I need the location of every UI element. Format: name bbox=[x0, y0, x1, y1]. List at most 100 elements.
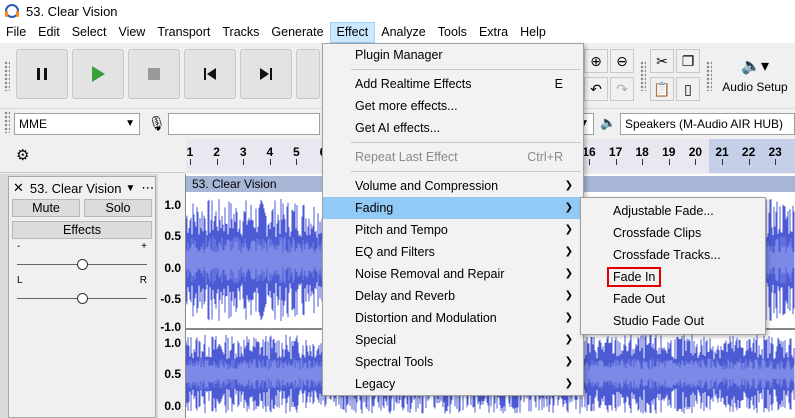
paste-button[interactable]: 📋 bbox=[650, 77, 674, 101]
menu-item-label: Fade Out bbox=[613, 292, 666, 306]
menu-item-label: Crossfade Tracks... bbox=[613, 248, 721, 262]
menu-generate[interactable]: Generate bbox=[265, 22, 329, 43]
chevron-right-icon: ❯ bbox=[564, 268, 573, 279]
pan-slider-knob[interactable] bbox=[77, 293, 88, 304]
fading-menu-item-fade-out[interactable]: Fade Out bbox=[581, 288, 765, 310]
ruler-tick-label: 17 bbox=[608, 145, 623, 159]
menu-separator bbox=[351, 171, 581, 172]
menu-item-label: Pitch and Tempo bbox=[355, 223, 448, 237]
menu-edit[interactable]: Edit bbox=[32, 22, 66, 43]
ruler-tick-label: 19 bbox=[662, 145, 676, 159]
skip-to-end-button[interactable] bbox=[240, 49, 292, 99]
toolbar-grip-3[interactable] bbox=[706, 61, 712, 91]
playback-device-select[interactable]: Speakers (M-Audio AIR HUB) bbox=[620, 113, 795, 135]
redo-button[interactable]: ↷ bbox=[610, 77, 634, 101]
undo-button[interactable]: ↶ bbox=[584, 77, 608, 101]
effect-menu-item-plugin-manager[interactable]: Plugin Manager bbox=[323, 44, 583, 66]
record-button[interactable] bbox=[296, 49, 320, 99]
effect-menu-item-special[interactable]: Special ❯ bbox=[323, 329, 583, 351]
effect-menu-item-noise-removal-and-repair[interactable]: Noise Removal and Repair ❯ bbox=[323, 263, 583, 285]
skip-to-start-button[interactable] bbox=[184, 49, 236, 99]
window-title: 53. Clear Vision bbox=[26, 3, 118, 19]
ruler-tick-label: 1 bbox=[186, 145, 194, 159]
scale-label: 1.0 bbox=[164, 198, 181, 212]
cut-button[interactable]: ✂ bbox=[650, 49, 674, 73]
copy-button[interactable]: ❐ bbox=[676, 49, 700, 73]
menu-select[interactable]: Select bbox=[66, 22, 113, 43]
effect-menu-item-get-ai-effects[interactable]: Get AI effects... bbox=[323, 117, 583, 139]
gain-slider-knob[interactable] bbox=[77, 259, 88, 270]
effect-menu-item-add-realtime-effects[interactable]: Add Realtime Effects E bbox=[323, 73, 583, 95]
effect-menu-item-legacy[interactable]: Legacy ❯ bbox=[323, 373, 583, 395]
vertical-scale[interactable]: 1.0 0.5 0.0 -0.5 -1.0 1.0 0.5 0.0 bbox=[158, 174, 186, 418]
audio-host-select[interactable]: MME ▼ bbox=[14, 113, 140, 135]
effect-menu-item-distortion-and-modulation[interactable]: Distortion and Modulation ❯ bbox=[323, 307, 583, 329]
menu-view[interactable]: View bbox=[112, 22, 151, 43]
toolbar-grip-2[interactable] bbox=[640, 61, 646, 91]
fading-menu-item-crossfade-tracks[interactable]: Crossfade Tracks... bbox=[581, 244, 765, 266]
stop-button[interactable] bbox=[128, 49, 180, 99]
playback-device-value: Speakers (M-Audio AIR HUB) bbox=[625, 117, 784, 131]
mute-button[interactable]: Mute bbox=[12, 199, 80, 217]
fading-menu-item-crossfade-clips[interactable]: Crossfade Clips bbox=[581, 222, 765, 244]
menu-tracks[interactable]: Tracks bbox=[216, 22, 265, 43]
device-toolbar-grip[interactable] bbox=[4, 111, 10, 133]
zoom-in-button[interactable]: ⊕ bbox=[584, 49, 608, 73]
ruler-tick-label: 5 bbox=[293, 145, 300, 159]
scale-label: 0.0 bbox=[164, 399, 181, 413]
effect-menu-item-pitch-and-tempo[interactable]: Pitch and Tempo ❯ bbox=[323, 219, 583, 241]
trim-button[interactable]: ▯ bbox=[676, 77, 700, 101]
skip-end-icon bbox=[260, 68, 272, 80]
menu-tools[interactable]: Tools bbox=[432, 22, 473, 43]
pause-button[interactable] bbox=[16, 49, 68, 99]
effects-button[interactable]: Effects bbox=[12, 221, 152, 239]
pan-slider[interactable] bbox=[17, 289, 147, 309]
menu-file[interactable]: File bbox=[0, 22, 32, 43]
solo-button[interactable]: Solo bbox=[84, 199, 152, 217]
play-icon bbox=[92, 66, 105, 82]
scale-label: -1.0 bbox=[160, 320, 181, 334]
effect-menu: Plugin Manager Add Realtime Effects E Get m… bbox=[322, 43, 584, 396]
fading-submenu: Adjustable Fade... Crossfade Clips Crossfa… bbox=[580, 197, 766, 335]
more-options-icon[interactable]: ⋯ bbox=[141, 180, 154, 196]
menu-item-label: Fading bbox=[355, 201, 394, 215]
menu-transport[interactable]: Transport bbox=[151, 22, 216, 43]
menu-help[interactable]: Help bbox=[514, 22, 552, 43]
menu-extra[interactable]: Extra bbox=[473, 22, 514, 43]
gain-slider[interactable] bbox=[17, 255, 147, 275]
audacity-logo-icon bbox=[4, 3, 20, 19]
effect-menu-item-repeat-last-effect[interactable]: Repeat Last Effect Ctrl+R bbox=[323, 146, 583, 168]
effect-menu-item-eq-and-filters[interactable]: EQ and Filters ❯ bbox=[323, 241, 583, 263]
toolbar-grip[interactable] bbox=[4, 61, 10, 91]
chevron-down-icon[interactable]: ▼ bbox=[125, 183, 135, 194]
ruler-tick-label: 4 bbox=[266, 145, 274, 159]
chevron-right-icon: ❯ bbox=[564, 356, 573, 367]
effect-menu-item-volume-and-compression[interactable]: Volume and Compression ❯ bbox=[323, 175, 583, 197]
zoom-out-button[interactable]: ⊖ bbox=[610, 49, 634, 73]
ruler-tick-label: 18 bbox=[635, 145, 649, 159]
audio-setup-label: Audio Setup bbox=[722, 80, 788, 94]
menu-analyze[interactable]: Analyze bbox=[375, 22, 431, 43]
skip-start-icon bbox=[204, 68, 216, 80]
effect-menu-item-spectral-tools[interactable]: Spectral Tools ❯ bbox=[323, 351, 583, 373]
audio-setup-button[interactable]: 🔈▾ Audio Setup bbox=[718, 47, 792, 103]
scale-label: 0.5 bbox=[164, 367, 181, 381]
gain-plus-label: + bbox=[141, 241, 147, 252]
gear-icon[interactable]: ⚙ bbox=[16, 146, 29, 164]
menu-bar: File Edit Select View Transport Tracks Generat… bbox=[0, 22, 795, 43]
close-track-icon[interactable]: ✕ bbox=[13, 180, 24, 196]
recording-device-select[interactable] bbox=[168, 113, 320, 135]
fading-menu-item-studio-fade-out[interactable]: Studio Fade Out bbox=[581, 310, 765, 332]
play-button[interactable] bbox=[72, 49, 124, 99]
effect-menu-item-fading[interactable]: Fading ❯ bbox=[323, 197, 583, 219]
chevron-down-icon: ▼ bbox=[125, 118, 135, 129]
effect-menu-item-get-more-effects[interactable]: Get more effects... bbox=[323, 95, 583, 117]
ruler-tick-label: 22 bbox=[741, 145, 756, 159]
microphone-icon: 🎙 bbox=[148, 115, 166, 131]
track-name[interactable]: 53. Clear Vision bbox=[30, 181, 122, 196]
menu-effect[interactable]: Effect bbox=[329, 22, 376, 43]
effect-menu-item-delay-and-reverb[interactable]: Delay and Reverb ❯ bbox=[323, 285, 583, 307]
fading-menu-item-fade-in[interactable]: Fade In bbox=[581, 266, 765, 288]
fading-menu-item-adjustable-fade[interactable]: Adjustable Fade... bbox=[581, 200, 765, 222]
menu-item-label: Studio Fade Out bbox=[613, 314, 705, 328]
